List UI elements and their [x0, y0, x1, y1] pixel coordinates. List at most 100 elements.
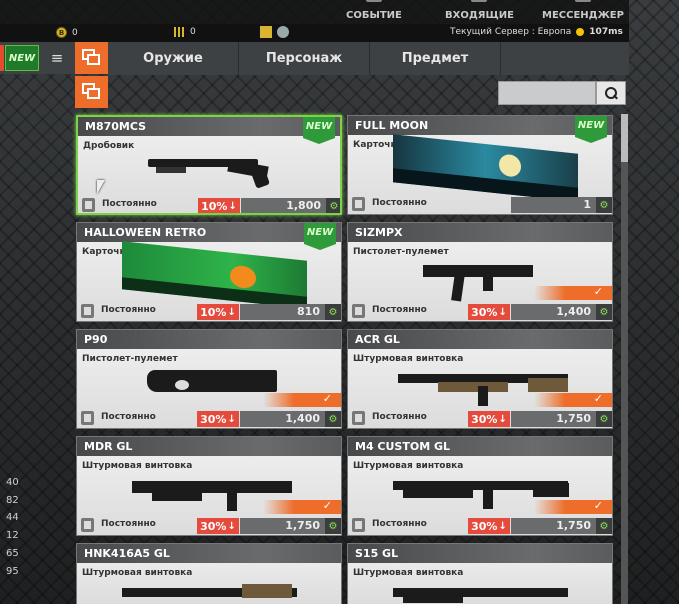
discount-badge: 30% ↓: [468, 411, 510, 427]
checkmark-icon: ✓: [322, 392, 332, 405]
gold-bars-icon: [174, 27, 185, 37]
tab-character[interactable]: Персонаж: [239, 42, 370, 75]
owned-badge: ✓: [534, 285, 612, 300]
item-name: M4 CUSTOM GL: [348, 437, 612, 456]
item-duration: Постоянно: [372, 412, 427, 422]
owned-badge: ✓: [534, 499, 612, 514]
messenger-icon: [574, 0, 591, 2]
mouse-cursor-icon: [97, 180, 105, 194]
item-price: 1,750: [511, 411, 596, 427]
discount-badge: 30% ↓: [468, 304, 510, 320]
inbox-icon: [471, 0, 488, 2]
item-price: 1,400: [240, 411, 325, 427]
discount-badge: 10% ↓: [197, 304, 239, 320]
list-item: 44: [6, 512, 19, 524]
gp-currency-icon: ⚙: [596, 197, 612, 213]
checkmark-icon: ✓: [593, 392, 603, 405]
discount-badge: 30% ↓: [197, 411, 239, 427]
item-card[interactable]: S15 GL Штурмовая винтовка: [347, 543, 613, 604]
bars-value: 0: [190, 27, 196, 37]
refresh-icon: [277, 26, 289, 38]
event-menu[interactable]: СОБЫТИЕ: [346, 0, 402, 24]
duration-icon: [352, 518, 365, 532]
gp-currency-icon: ⚙: [326, 198, 340, 213]
item-price: 1,750: [240, 518, 325, 534]
inbox-menu[interactable]: ВХОДЯЩИЕ: [445, 0, 514, 24]
item-name: M870MCS: [78, 117, 340, 136]
coin-icon: B: [56, 27, 67, 38]
item-card[interactable]: HNK416A5 GL Штурмовая винтовка: [76, 543, 342, 604]
full-moon-card-image: [393, 134, 578, 202]
duration-icon: [81, 518, 94, 532]
item-card[interactable]: HALLOWEEN RETRO NEW Карточка Постоянно 1…: [76, 222, 342, 322]
scrollbar-thumb[interactable]: [621, 114, 628, 162]
search-input[interactable]: [498, 81, 596, 105]
item-duration: Постоянно: [101, 412, 156, 422]
list-item: 40: [6, 477, 19, 488]
item-duration: Постоянно: [372, 198, 427, 208]
left-edge-tab[interactable]: [0, 45, 4, 71]
gp-currency-icon: ⚙: [596, 411, 612, 427]
search-button[interactable]: [596, 81, 626, 105]
gp-currency-icon: ⚙: [596, 518, 612, 534]
gp-currency-icon: ⚙: [596, 304, 612, 320]
category-toggle-button[interactable]: [75, 42, 108, 74]
tab-weapon[interactable]: Оружие: [108, 42, 239, 75]
top-bar: СОБЫТИЕ ВХОДЯЩИЕ МЕССЕНДЖЕР: [0, 0, 629, 24]
coin-value: 0: [72, 27, 78, 38]
server-info: Текущий Сервер : Европа 107ms: [450, 27, 623, 37]
new-badge: NEW: [303, 117, 335, 144]
item-price: 1,400: [511, 304, 596, 320]
messenger-menu[interactable]: МЕССЕНДЖЕР: [542, 0, 624, 24]
duration-icon: [81, 411, 94, 425]
list-item: 65: [6, 547, 19, 559]
owned-badge: ✓: [263, 392, 341, 407]
plus-icon: [260, 26, 272, 38]
item-footer: Постоянно 10% ↓ 1,800 ⚙: [78, 197, 340, 213]
ping-value: 107ms: [589, 27, 623, 37]
layout-toggle-button[interactable]: [75, 76, 108, 108]
checkmark-icon: ✓: [593, 499, 603, 512]
duration-icon: [352, 411, 365, 425]
new-filter-button[interactable]: NEW: [5, 45, 39, 71]
item-scrollbar[interactable]: [621, 114, 628, 604]
shop-icons[interactable]: [260, 26, 289, 38]
item-card[interactable]: ACR GL Штурмовая винтовка ✓ Постоянно 30…: [347, 329, 613, 429]
item-name: MDR GL: [77, 437, 341, 456]
item-footer: Постоянно 30% ↓ 1,750 ⚙: [77, 517, 341, 535]
item-type: Штурмовая винтовка: [82, 568, 193, 578]
item-card[interactable]: P90 Пистолет-пулемет ✓ Постоянно 30% ↓ 1,…: [76, 329, 342, 429]
item-card[interactable]: M4 CUSTOM GL Штурмовая винтовка ✓ Постоя…: [347, 436, 613, 536]
item-footer: Постоянно 10% ↓ 810 ⚙: [77, 303, 341, 321]
tab-item[interactable]: Предмет: [370, 42, 501, 75]
item-name: ACR GL: [348, 330, 612, 349]
halloween-card-image: [122, 241, 307, 309]
gp-currency-icon: ⚙: [325, 304, 341, 320]
item-footer: Постоянно 30% ↓ 1,400 ⚙: [77, 410, 341, 428]
ping-dot-icon: [576, 28, 585, 36]
duration-icon: [352, 304, 365, 318]
item-name: HNK416A5 GL: [77, 544, 341, 563]
bar-balance: 0: [174, 27, 196, 37]
item-card[interactable]: MDR GL Штурмовая винтовка ✓ Постоянно 30…: [76, 436, 342, 536]
messenger-label: МЕССЕНДЖЕР: [542, 10, 624, 21]
item-footer: Постоянно 30% ↓ 1,750 ⚙: [348, 517, 612, 535]
category-tabs: Оружие Персонаж Предмет: [108, 42, 629, 75]
duration-icon: [352, 197, 365, 211]
item-price: 810: [240, 304, 325, 320]
item-footer: Постоянно 30% ↓ 1,400 ⚙: [348, 303, 612, 321]
item-footer: Постоянно 30% ↓ 1,750 ⚙: [348, 410, 612, 428]
sort-button[interactable]: ≡: [43, 45, 71, 71]
item-card[interactable]: M870MCS NEW Дробовик Постоянно 10% ↓ 1,80…: [76, 115, 342, 215]
list-item: 12: [6, 530, 19, 542]
item-card[interactable]: FULL MOON NEW Карточка Постоянно 1 ⚙: [347, 115, 613, 215]
discount-badge: 30% ↓: [197, 518, 239, 534]
item-duration: Постоянно: [102, 199, 157, 209]
status-bar: B 0 0 Текущий Сервер : Европа 107ms: [0, 24, 629, 42]
discount-badge: 30% ↓: [468, 518, 510, 534]
discount-badge: 10% ↓: [198, 198, 240, 213]
item-card[interactable]: SIZMPX Пистолет-пулемет ✓ Постоянно 30% ↓…: [347, 222, 613, 322]
item-duration: Постоянно: [372, 519, 427, 529]
item-price: 1,750: [511, 518, 596, 534]
sort-icon: ≡: [50, 49, 64, 67]
